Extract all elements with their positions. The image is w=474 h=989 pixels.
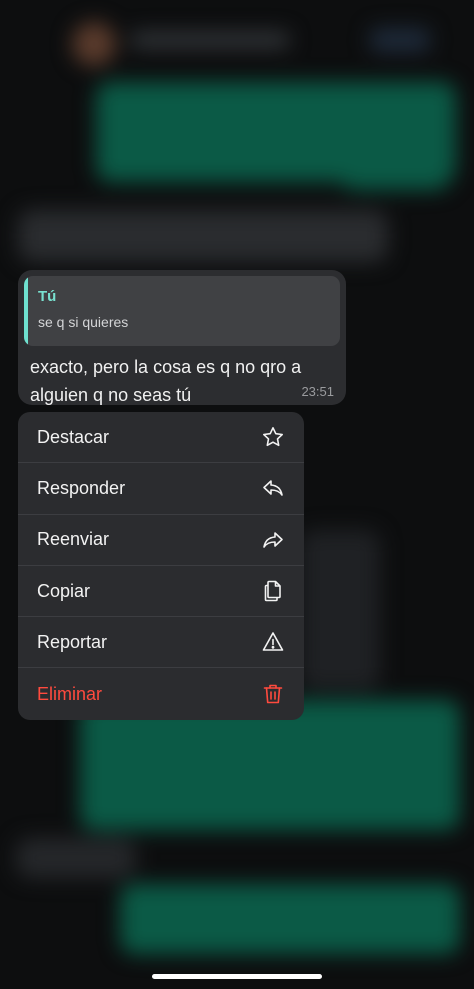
warning-icon [260, 629, 286, 655]
menu-item-copiar[interactable]: Copiar [18, 566, 304, 618]
menu-item-label: Destacar [37, 426, 110, 447]
menu-item-label: Copiar [37, 580, 91, 601]
blurred-incoming-message [300, 530, 380, 690]
selected-message-bubble[interactable]: Tú se q si quieres exacto, pero la cosa … [18, 270, 346, 405]
home-indicator[interactable] [152, 974, 322, 979]
blurred-outgoing-message [120, 884, 460, 954]
message-text: exacto, pero la cosa es q no qro a algui… [30, 357, 302, 405]
blurred-contact-name [130, 32, 290, 48]
menu-item-label: Reportar [37, 631, 108, 652]
menu-item-destacar[interactable]: Destacar [18, 412, 304, 464]
blurred-avatar [72, 22, 116, 66]
quote-author: Tú [38, 288, 57, 305]
star-icon [260, 424, 286, 450]
blurred-incoming-message [16, 838, 136, 878]
trash-icon [260, 681, 286, 707]
forward-icon [260, 527, 286, 553]
quoted-reply[interactable]: Tú se q si quieres [24, 276, 340, 346]
menu-item-reenviar[interactable]: Reenviar [18, 515, 304, 566]
message-timestamp: 23:51 [301, 384, 334, 399]
blurred-header-actions [370, 28, 430, 52]
menu-item-label: Eliminar [37, 683, 103, 704]
message-context-menu: Destacar Responder Reenviar Copiar Repor… [18, 412, 304, 720]
chat-screen: Tú se q si quieres exacto, pero la cosa … [0, 0, 474, 989]
blurred-outgoing-message [340, 140, 450, 190]
menu-item-label: Reenviar [37, 529, 110, 550]
quote-text: se q si quieres [38, 314, 129, 330]
menu-item-label: Responder [37, 477, 126, 498]
menu-item-responder[interactable]: Responder [18, 463, 304, 515]
menu-item-reportar[interactable]: Reportar [18, 617, 304, 669]
blurred-incoming-message [18, 210, 388, 262]
copy-icon [260, 578, 286, 604]
reply-icon [260, 475, 286, 501]
menu-item-eliminar[interactable]: Eliminar [18, 668, 304, 719]
